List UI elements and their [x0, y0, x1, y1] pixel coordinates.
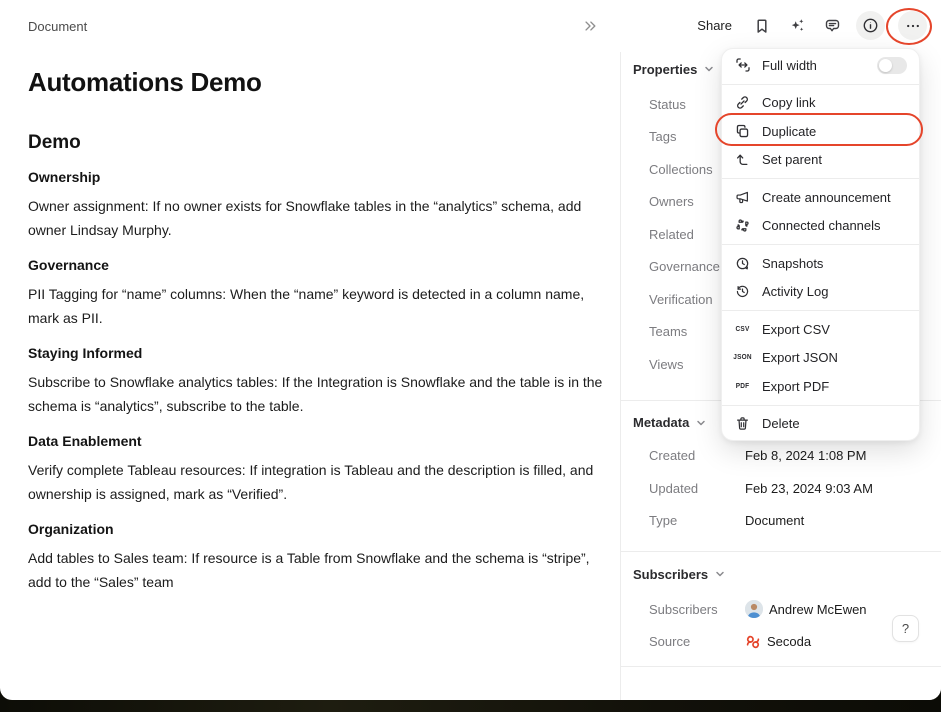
menu-item-duplicate[interactable]: Duplicate — [722, 117, 919, 146]
menu-item-create-announcement[interactable]: Create announcement — [722, 183, 919, 212]
ellipsis-icon — [905, 18, 921, 34]
metadata-row-created: Created Feb 8, 2024 1:08 PM — [633, 440, 921, 473]
chevron-down-icon — [704, 64, 714, 74]
chevron-down-icon — [715, 569, 725, 579]
double-chevron-right-icon — [583, 19, 597, 33]
set-parent-icon — [734, 151, 751, 168]
menu-item-connected-channels[interactable]: Connected channels — [722, 212, 919, 241]
breadcrumb-doc-type[interactable]: Document — [28, 19, 87, 34]
menu-divider — [722, 405, 919, 406]
help-button[interactable]: ? — [892, 615, 919, 642]
doc-paragraph: Subscribe to Snowflake analytics tables:… — [28, 370, 606, 418]
subscribers-section-header[interactable]: Subscribers — [633, 561, 921, 587]
doc-paragraph: Add tables to Sales team: If resource is… — [28, 546, 606, 594]
menu-item-export-csv[interactable]: CSV Export CSV — [722, 315, 919, 344]
subscribers-row[interactable]: Subscribers Andrew McEwen — [633, 593, 921, 626]
menu-item-copy-link[interactable]: Copy link — [722, 89, 919, 118]
collapse-panel-button[interactable] — [580, 16, 600, 36]
more-options-menu: Full width Copy link Duplicate — [721, 48, 920, 441]
menu-divider — [722, 244, 919, 245]
source-row[interactable]: Source Secoda — [633, 626, 921, 659]
properties-section-title: Properties — [633, 62, 697, 77]
doc-heading-demo: Demo — [28, 132, 606, 154]
megaphone-icon — [734, 189, 751, 206]
share-button[interactable]: Share — [691, 14, 738, 37]
source-name: Secoda — [767, 634, 811, 649]
json-file-icon: JSON — [734, 349, 751, 366]
doc-heading: Ownership — [28, 169, 606, 185]
trash-icon — [734, 415, 751, 432]
metadata-row-type: Type Document — [633, 505, 921, 538]
csv-file-icon: CSV — [734, 321, 751, 338]
topbar-actions: Share — [691, 11, 927, 40]
menu-item-export-pdf[interactable]: PDF Export PDF — [722, 372, 919, 401]
chevron-down-icon — [696, 418, 706, 428]
subscriber-avatar — [745, 600, 763, 618]
doc-heading: Governance — [28, 257, 606, 273]
menu-item-export-json[interactable]: JSON Export JSON — [722, 344, 919, 373]
comments-icon[interactable] — [821, 15, 843, 37]
snapshots-clock-icon — [734, 255, 751, 272]
doc-paragraph: PII Tagging for “name” columns: When the… — [28, 282, 606, 330]
info-button[interactable] — [856, 11, 885, 40]
secoda-logo-icon — [745, 634, 761, 650]
app-window: Document Share — [0, 0, 941, 700]
page-title: Automations Demo — [28, 67, 606, 98]
slack-channels-icon — [734, 217, 751, 234]
bookmark-icon[interactable] — [751, 15, 773, 37]
section-divider — [621, 551, 941, 552]
subscribers-section: Subscribers Subscribers — [621, 557, 941, 658]
subscriber-name: Andrew McEwen — [769, 602, 867, 617]
metadata-section-title: Metadata — [633, 415, 689, 430]
metadata-row-updated: Updated Feb 23, 2024 9:03 AM — [633, 472, 921, 505]
section-divider — [621, 666, 941, 667]
menu-item-delete[interactable]: Delete — [722, 410, 919, 439]
top-bar: Document Share — [0, 0, 941, 52]
menu-divider — [722, 310, 919, 311]
history-icon — [734, 283, 751, 300]
link-icon — [734, 94, 751, 111]
full-width-icon — [734, 57, 751, 74]
doc-paragraph: Owner assignment: If no owner exists for… — [28, 194, 606, 242]
doc-heading: Organization — [28, 521, 606, 537]
pdf-file-icon: PDF — [734, 378, 751, 395]
more-options-button[interactable] — [898, 11, 927, 40]
document-editor[interactable]: Automations Demo Demo Ownership Owner as… — [28, 52, 606, 594]
full-width-toggle[interactable] — [877, 57, 907, 74]
menu-item-full-width[interactable]: Full width — [722, 51, 919, 80]
info-icon — [862, 17, 879, 34]
menu-item-activity-log[interactable]: Activity Log — [722, 278, 919, 307]
menu-item-set-parent[interactable]: Set parent — [722, 146, 919, 175]
menu-divider — [722, 178, 919, 179]
duplicate-icon — [734, 123, 751, 140]
menu-divider — [722, 84, 919, 85]
subscribers-section-title: Subscribers — [633, 567, 708, 582]
doc-heading: Data Enablement — [28, 433, 606, 449]
doc-paragraph: Verify complete Tableau resources: If in… — [28, 458, 606, 506]
menu-item-snapshots[interactable]: Snapshots — [722, 249, 919, 278]
doc-heading: Staying Informed — [28, 345, 606, 361]
ai-sparkles-icon[interactable] — [786, 15, 808, 37]
